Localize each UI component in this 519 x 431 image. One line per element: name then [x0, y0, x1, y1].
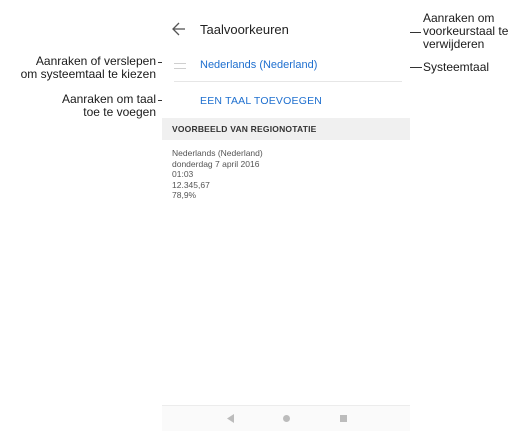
- arrow-left-icon[interactable]: [172, 22, 186, 36]
- callout-system-label: Systeemtaal: [423, 60, 490, 74]
- regional-examples: Nederlands (Nederland) donderdag 7 april…: [172, 148, 263, 201]
- example-language: Nederlands (Nederland): [172, 148, 263, 158]
- section-header: VOORBEELD VAN REGIONOTATIE: [162, 118, 410, 140]
- add-language-button[interactable]: EEN TAAL TOEVOEGEN: [200, 95, 322, 107]
- callout-system: Systeemtaal: [423, 61, 489, 74]
- page-title: Taalvoorkeuren: [200, 22, 289, 37]
- callout-drag: Aanraken of verslepen om systeemtaal te …: [21, 55, 156, 81]
- circle-home-icon[interactable]: [283, 415, 290, 422]
- example-time: 01:03: [172, 169, 194, 179]
- square-recent-icon[interactable]: [340, 415, 347, 422]
- callout-drag-line-2: om systeemtaal te kiezen: [20, 67, 156, 81]
- callout-remove: Aanraken om voorkeurstaal te verwijderen: [423, 12, 508, 51]
- app-bar: Taalvoorkeuren: [162, 10, 410, 46]
- callout-add-line-2: toe te voegen: [83, 105, 156, 119]
- divider: [174, 81, 402, 82]
- phone-screen: Taalvoorkeuren Nederlands (Nederland) EE…: [162, 10, 410, 431]
- drag-handle-icon[interactable]: [174, 63, 186, 69]
- navigation-bar: [162, 405, 410, 431]
- callout-remove-line-3: verwijderen: [423, 37, 485, 51]
- language-item[interactable]: Nederlands (Nederland): [162, 52, 410, 78]
- language-name: Nederlands (Nederland): [200, 59, 318, 71]
- example-percent: 78,9%: [172, 190, 197, 200]
- callout-add: Aanraken om taal toe te voegen: [62, 93, 156, 119]
- example-number: 12.345,67: [172, 179, 210, 190]
- example-date: donderdag 7 april 2016: [172, 158, 260, 169]
- triangle-back-icon[interactable]: [227, 414, 235, 423]
- section-title: VOORBEELD VAN REGIONOTATIE: [172, 124, 317, 134]
